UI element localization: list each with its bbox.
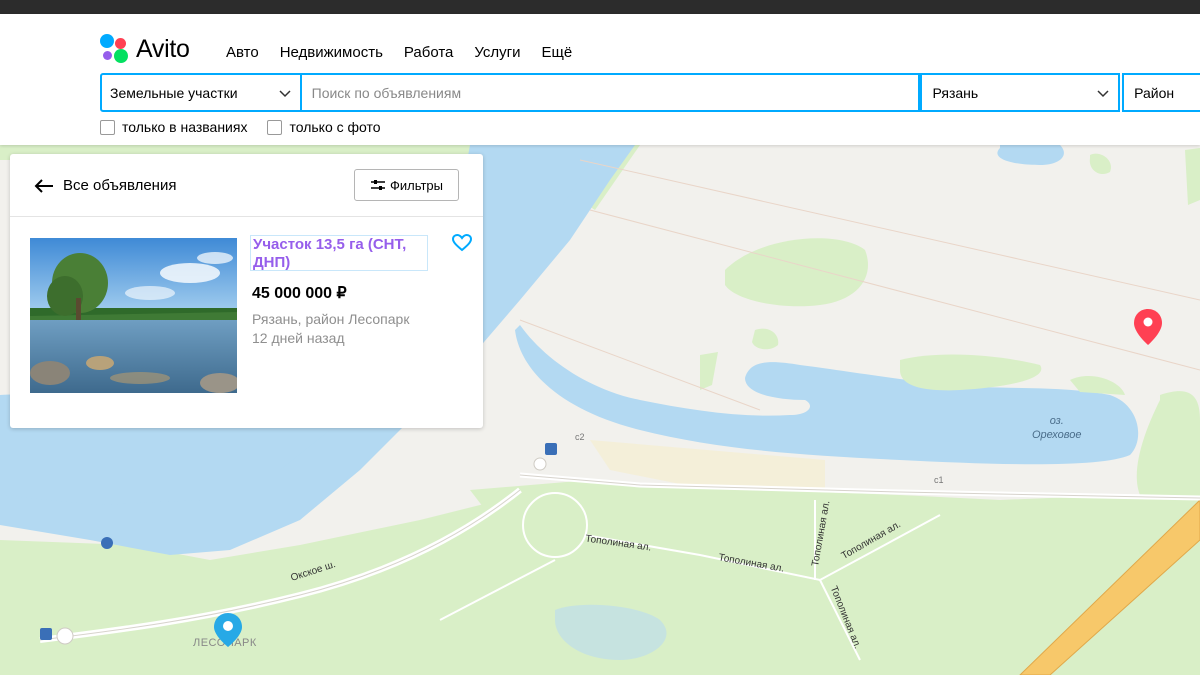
listing-photo-image [30,238,237,393]
district-value: Район [1134,84,1175,101]
search-input[interactable]: Поиск по объявлениям [301,73,921,112]
nav-item-auto[interactable]: Авто [226,44,259,61]
listing-date: 12 дней назад [252,330,345,346]
map-marker-c1: с1 [934,475,944,485]
search-bar: Земельные участки Поиск по объявлениям Р… [100,73,1200,112]
panel-header: Все объявления Фильтры [10,154,483,217]
nav-item-realty[interactable]: Недвижимость [280,44,383,61]
back-to-all-button[interactable]: Все объявления [34,177,176,194]
map-marker-c2: с2 [575,432,585,442]
chevron-down-icon [1097,90,1109,98]
sliders-icon [370,180,385,190]
search-options: только в названиях только с фото [100,119,401,135]
back-label: Все объявления [63,177,177,194]
checkbox-box[interactable] [100,119,115,135]
site-header: Avito Авто Недвижимость Работа Услуги Ещ… [0,14,1200,145]
heart-icon[interactable] [452,234,472,252]
search-placeholder: Поиск по объявлениям [311,84,462,101]
map-pin-blue-icon[interactable] [213,613,243,647]
filters-label: Фильтры [389,177,443,193]
listing-photo[interactable] [30,238,237,393]
listing-panel: Все объявления Фильтры Участок 13,5 га (… [10,154,483,428]
city-select[interactable]: Рязань [920,73,1121,112]
nav-item-more[interactable]: Ещё [542,44,573,61]
checkbox-box[interactable] [267,119,283,135]
listing-price: 45 000 000 ₽ [252,285,347,302]
main-nav: Авто Недвижимость Работа Услуги Ещё [226,44,593,61]
arrow-left-icon [34,178,53,193]
lake-label-line2: Ореховое [1032,429,1082,441]
logo-dots-icon [100,34,130,64]
only-photo-label: только с фото [289,119,381,135]
only-titles-checkbox[interactable]: только в названиях [100,119,247,135]
filters-button[interactable]: Фильтры [354,169,459,201]
map-pin-red-icon[interactable] [1134,309,1162,345]
listing-location: Рязань, район Лесопарк [252,311,410,327]
lake-label-line1: оз. [1049,415,1064,427]
district-select[interactable]: Район [1122,73,1200,112]
logo-text: Avito [136,34,190,63]
avito-logo[interactable]: Avito [100,34,190,64]
nav-item-services[interactable]: Услуги [474,44,520,61]
only-titles-label: только в названиях [122,119,248,135]
category-select[interactable]: Земельные участки [100,73,302,112]
listing-title-link[interactable]: Участок 13,5 га (СНТ, ДНП) [250,235,428,271]
only-photo-checkbox[interactable]: только с фото [267,119,381,135]
chevron-down-icon [279,90,291,98]
browser-top-strip [0,0,1200,14]
city-value: Рязань [932,84,979,101]
nav-item-jobs[interactable]: Работа [404,44,454,61]
category-value: Земельные участки [110,84,238,101]
lake-label: оз. Ореховое [1032,414,1082,442]
